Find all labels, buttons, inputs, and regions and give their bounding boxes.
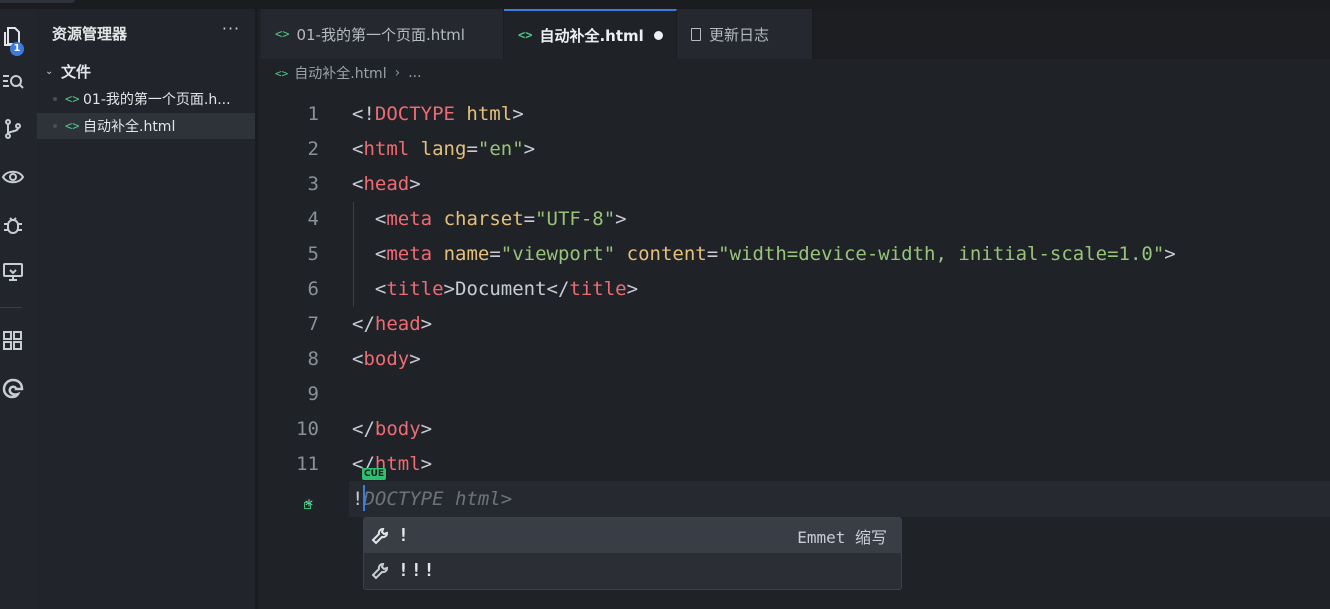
code-icon: <> [65, 92, 80, 106]
code-line: </head> [352, 313, 433, 335]
breadcrumb-rest[interactable]: ... [408, 65, 421, 81]
code-line: <title>Document</title> [374, 278, 639, 300]
explorer-badge: 1 [10, 42, 24, 56]
code-icon: <> [65, 119, 80, 133]
line-number: 5 [307, 243, 319, 265]
activity-separator [0, 307, 22, 308]
line-number: 3 [307, 173, 319, 195]
extensions-icon[interactable] [0, 327, 26, 353]
file-name: 01-我的第一个页面.h... [83, 92, 231, 108]
window-handle [0, 0, 75, 3]
debug-bug-icon[interactable] [0, 212, 26, 238]
tab-bar: <> 01-我的第一个页面.html <> 自动补全.html 更新日志 [261, 9, 1330, 59]
breadcrumb-file[interactable]: 自动补全.html [294, 63, 386, 83]
suggestion-item[interactable]: !!! [364, 553, 901, 588]
line-number: 11 [296, 453, 319, 475]
line-number: 2 [307, 138, 319, 160]
chevron-down-icon: ⌄ [45, 65, 54, 77]
tab-label: 自动补全.html [539, 26, 644, 45]
code-line: <meta charset="UTF-8"> [374, 208, 627, 230]
code-line: <body> [352, 348, 421, 370]
text-cursor [363, 485, 365, 511]
tab-first-page[interactable]: <> 01-我的第一个页面.html [261, 9, 504, 59]
suggestion-label: !!! [398, 560, 437, 581]
folder-row[interactable]: ⌄ 文件 [45, 61, 91, 81]
code-line: <head> [352, 173, 421, 195]
chevron-right-icon: › [394, 65, 401, 81]
top-strip [0, 0, 1330, 9]
explorer-title: 资源管理器 [52, 25, 128, 43]
more-actions-button[interactable]: ··· [220, 19, 242, 39]
line-number: 9 [307, 383, 319, 405]
tab-changelog[interactable]: 更新日志 [677, 9, 813, 59]
code-icon: <> [275, 66, 289, 80]
code-line-current: !DOCTYPE html> [352, 488, 512, 510]
wrench-icon [371, 527, 388, 544]
remote-monitor-icon[interactable] [0, 259, 26, 285]
line-number: 6 [307, 278, 319, 300]
tab-label: 01-我的第一个页面.html [296, 25, 465, 44]
suggestion-item[interactable]: ! Emmet 缩写 [364, 518, 901, 553]
suggestion-label: ! [398, 525, 411, 546]
indent-dot [53, 124, 57, 128]
tab-label: 更新日志 [709, 25, 770, 44]
folder-name: 文件 [61, 62, 92, 81]
breadcrumb: <> 自动补全.html › ... [275, 62, 422, 84]
line-number: 4 [307, 208, 319, 230]
ai-indicator-icon [304, 502, 311, 509]
code-line: <meta name="viewport" content="width=dev… [374, 243, 1176, 265]
file-name: 自动补全.html [83, 119, 176, 135]
tab-autocomplete[interactable]: <> 自动补全.html [504, 9, 677, 59]
code-line: <html lang="en"> [352, 138, 536, 160]
code-icon: <> [518, 28, 533, 42]
file-item[interactable]: <> 01-我的第一个页面.h... [37, 86, 255, 112]
document-icon [691, 27, 701, 41]
unsaved-dot-icon[interactable] [653, 30, 663, 40]
cue-badge: CUE [362, 468, 387, 480]
ghost-completion: DOCTYPE html> [363, 488, 513, 510]
suggestion-popup: ! Emmet 缩写 !!! [363, 517, 902, 590]
suggestion-detail: Emmet 缩写 [797, 527, 887, 547]
line-number: 10 [296, 418, 319, 440]
search-icon[interactable] [0, 68, 26, 94]
typed-text: ! [352, 488, 364, 510]
line-number: 8 [307, 348, 319, 370]
code-line: <!DOCTYPE html> [352, 103, 524, 125]
source-control-icon[interactable] [0, 116, 26, 142]
line-number: 7 [307, 313, 319, 335]
edge-browser-icon[interactable] [0, 375, 26, 401]
wrench-icon [371, 562, 388, 579]
line-number: 1 [307, 103, 319, 125]
preview-eye-icon[interactable] [0, 164, 26, 190]
code-icon: <> [275, 27, 290, 41]
file-item-selected[interactable]: <> 自动补全.html [37, 113, 255, 139]
code-line: </body> [352, 418, 433, 440]
indent-dot [53, 97, 57, 101]
activity-bar: 1 [0, 9, 37, 609]
explorer-panel: 资源管理器 ··· ⌄ 文件 <> 01-我的第一个页面.h... <> 自动补… [37, 9, 258, 609]
